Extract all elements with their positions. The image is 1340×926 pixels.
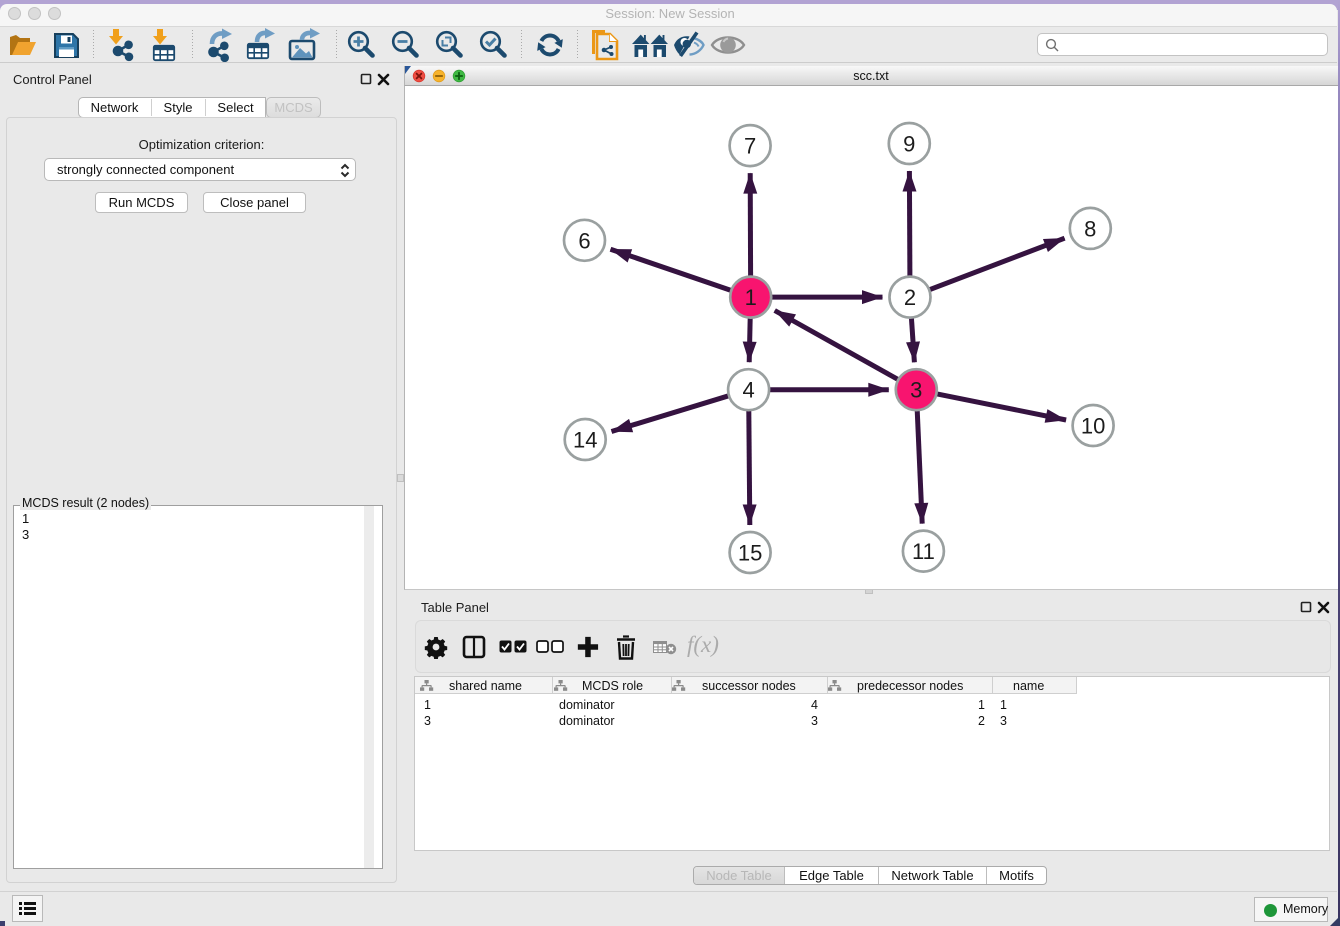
svg-text:15: 15 [738,541,762,566]
svg-text:11: 11 [912,539,935,564]
svg-text:7: 7 [744,134,756,159]
svg-text:8: 8 [1084,216,1096,241]
svg-text:14: 14 [573,428,597,453]
svg-text:successor nodes: successor nodes [702,679,796,693]
svg-text:name: name [1013,679,1044,693]
svg-text:MCDS role: MCDS role [582,679,643,693]
svg-text:6: 6 [578,228,590,253]
svg-text:shared name: shared name [449,679,522,693]
svg-text:2: 2 [904,285,916,310]
svg-text:9: 9 [903,132,915,157]
svg-text:predecessor nodes: predecessor nodes [857,679,963,693]
svg-text:1: 1 [745,285,757,310]
svg-text:3: 3 [910,378,922,403]
svg-text:10: 10 [1081,414,1105,439]
svg-text:4: 4 [742,378,754,403]
